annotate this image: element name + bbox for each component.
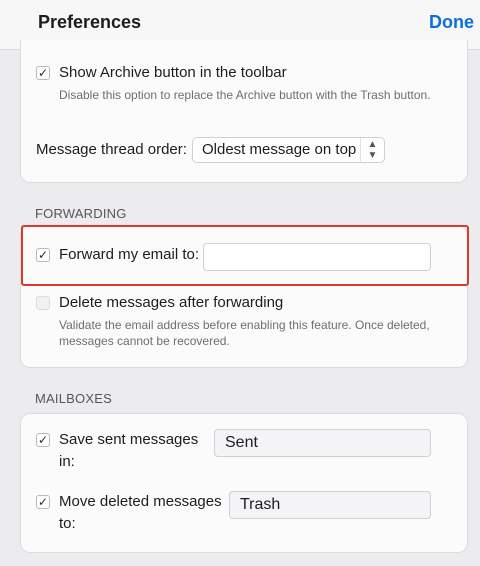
archive-checkbox[interactable]: ✓ bbox=[36, 66, 50, 80]
page-title: Preferences bbox=[38, 12, 142, 32]
thread-order-value: Oldest message on top bbox=[202, 141, 357, 158]
archive-help-text: Disable this option to replace the Archi… bbox=[59, 88, 431, 102]
forward-checkbox[interactable]: ✓ bbox=[36, 248, 50, 262]
done-button[interactable]: Done bbox=[429, 12, 474, 33]
move-deleted-label-line1: Move deleted messages bbox=[59, 493, 222, 510]
delete-help-text: Validate the email address before enabli… bbox=[59, 318, 430, 348]
sent-mailbox-input[interactable] bbox=[214, 429, 431, 457]
archive-label: Show Archive button in the toolbar bbox=[59, 64, 287, 81]
mailboxes-section-label: MAILBOXES bbox=[35, 391, 112, 406]
save-sent-label-line1: Save sent messages bbox=[59, 431, 199, 448]
forwarding-section-label: FORWARDING bbox=[35, 206, 127, 221]
forward-email-input[interactable] bbox=[203, 243, 431, 271]
save-sent-checkbox[interactable]: ✓ bbox=[36, 433, 50, 447]
save-sent-label-line2: in: bbox=[59, 453, 75, 470]
delete-after-forward-checkbox[interactable] bbox=[36, 296, 50, 310]
move-deleted-label-line2: to: bbox=[59, 515, 76, 532]
forward-label: Forward my email to: bbox=[59, 246, 200, 263]
thread-order-select[interactable]: Oldest message on top ▲ ▼ bbox=[192, 137, 385, 163]
delete-after-forward-label: Delete messages after forwarding bbox=[59, 294, 284, 311]
chevron-updown-icon: ▲ ▼ bbox=[360, 138, 384, 162]
trash-mailbox-input[interactable] bbox=[229, 491, 431, 519]
thread-order-label: Message thread order: bbox=[36, 141, 187, 158]
move-deleted-checkbox[interactable]: ✓ bbox=[36, 495, 50, 509]
